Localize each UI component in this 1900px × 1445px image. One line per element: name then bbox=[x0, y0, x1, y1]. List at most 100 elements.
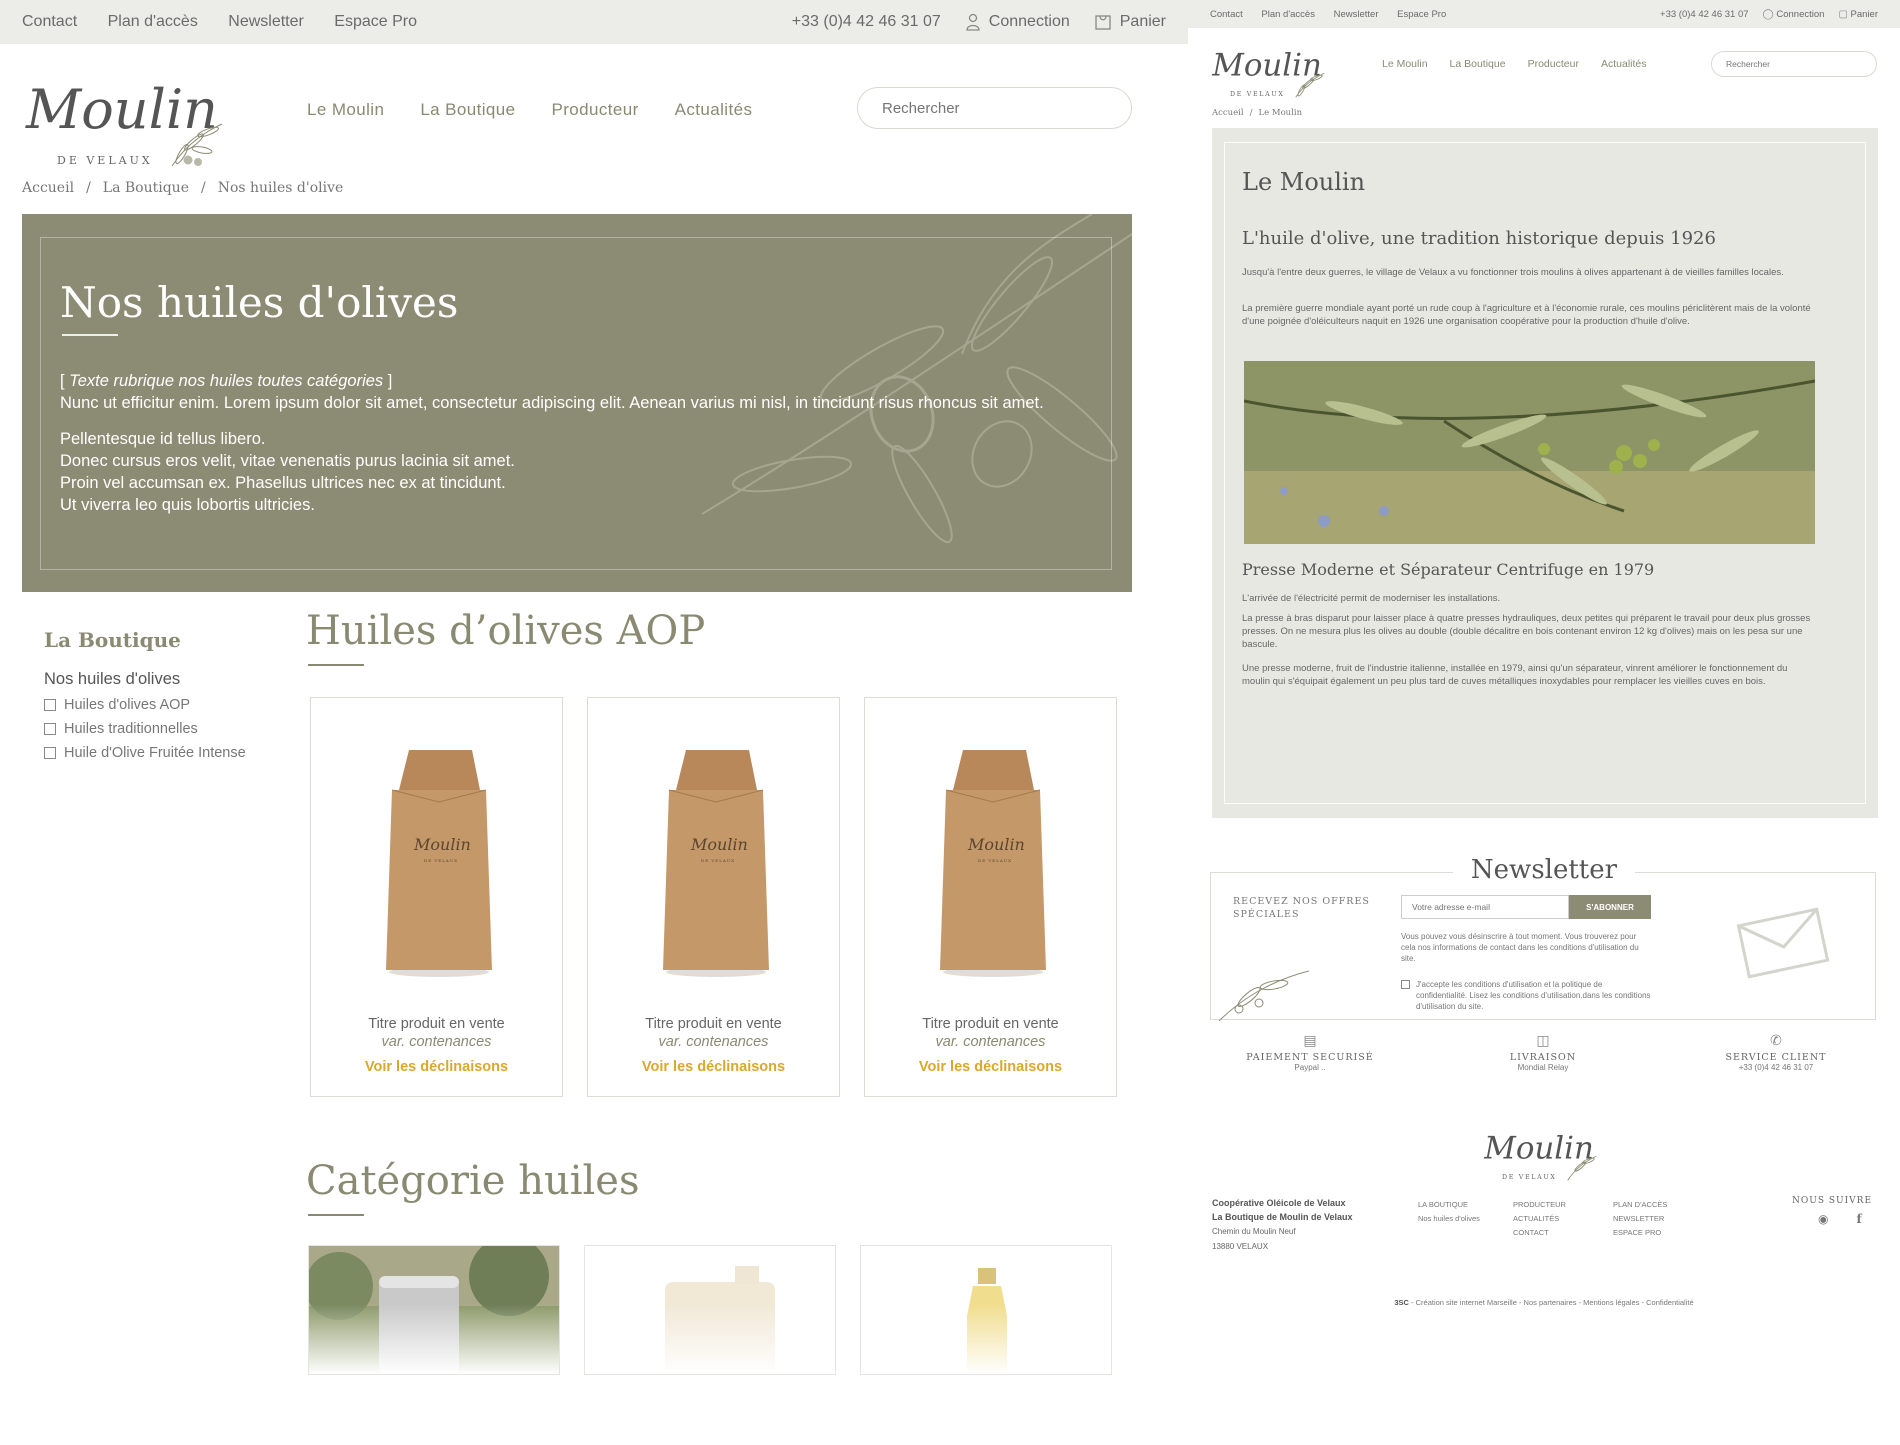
connection-link[interactable]: ◯ Connection bbox=[1763, 9, 1825, 20]
section-title-aop: Huiles d’olives AOP bbox=[306, 608, 706, 654]
category-card-bottle[interactable] bbox=[860, 1245, 1112, 1375]
category-grid bbox=[308, 1245, 1112, 1375]
top-link-plan[interactable]: Plan d'accès bbox=[1261, 9, 1315, 20]
footer-link[interactable]: Nos huiles d'olives bbox=[1418, 1214, 1480, 1223]
top-link-contact[interactable]: Contact bbox=[22, 13, 77, 30]
category-card-jerrycan[interactable] bbox=[584, 1245, 836, 1375]
olive-branch-icon bbox=[1219, 970, 1309, 1021]
newsletter-box: Newsletter RECEVEZ NOS OFFRES SPÉCIALES … bbox=[1210, 855, 1876, 1021]
page-title: Nos huiles d'olives bbox=[60, 278, 459, 327]
product-link[interactable]: Voir les déclinaisons bbox=[588, 1059, 839, 1075]
footer-link[interactable]: NEWSLETTER bbox=[1613, 1214, 1664, 1223]
product-link[interactable]: Voir les déclinaisons bbox=[311, 1059, 562, 1075]
product-title[interactable]: Titre produit en vente bbox=[588, 1016, 839, 1032]
search-input[interactable] bbox=[1711, 51, 1877, 77]
footer-link[interactable]: CONTACT bbox=[1513, 1228, 1549, 1237]
logo[interactable]: Moulin DE VELAUX bbox=[22, 58, 232, 168]
top-link-plan[interactable]: Plan d'accès bbox=[108, 13, 198, 30]
history-panel: Le Moulin L'huile d'olive, une tradition… bbox=[1212, 128, 1878, 818]
connection-label: Connection bbox=[988, 13, 1070, 30]
nav-le-moulin[interactable]: Le Moulin bbox=[307, 100, 384, 120]
facebook-icon[interactable]: f bbox=[1856, 1212, 1861, 1226]
product-card[interactable]: Moulin DE VELAUX Titre produit en vente … bbox=[864, 697, 1117, 1097]
instagram-icon[interactable]: ◉ bbox=[1818, 1212, 1828, 1226]
top-link-espace-pro[interactable]: Espace Pro bbox=[1397, 9, 1446, 20]
email-field[interactable] bbox=[1401, 895, 1569, 919]
nav-actualites[interactable]: Actualités bbox=[675, 100, 753, 120]
consent-checkbox[interactable] bbox=[1401, 980, 1410, 989]
svg-text:DE VELAUX: DE VELAUX bbox=[701, 858, 735, 863]
logo-script: Moulin bbox=[25, 78, 218, 141]
footer-col-info: PLAN D'ACCÈS NEWSLETTER ESPACE PRO bbox=[1613, 1198, 1667, 1240]
breadcrumb: Accueil / La Boutique / Nos huiles d'olive bbox=[22, 180, 344, 196]
phone-number[interactable]: +33 (0)4 42 46 31 07 bbox=[792, 13, 941, 31]
sidebar-subtitle[interactable]: Nos huiles d'olives bbox=[44, 670, 274, 689]
svg-text:Moulin: Moulin bbox=[1483, 1131, 1594, 1167]
user-icon: ◯ bbox=[1762, 8, 1774, 20]
nav-la-boutique[interactable]: La Boutique bbox=[1450, 58, 1506, 70]
svg-text:Moulin: Moulin bbox=[690, 835, 748, 854]
nav-actualites[interactable]: Actualités bbox=[1601, 58, 1647, 70]
newsletter-consent[interactable]: J'accepte les conditions d'utilisation e… bbox=[1401, 979, 1651, 1012]
section-heading: L'huile d'olive, une tradition historiqu… bbox=[1242, 228, 1716, 249]
breadcrumb-home[interactable]: Accueil bbox=[1212, 108, 1244, 118]
svg-text:DE VELAUX: DE VELAUX bbox=[1502, 1174, 1557, 1181]
product-bag-image: Moulin DE VELAUX bbox=[386, 750, 492, 977]
social-links: ◉ f bbox=[1818, 1212, 1862, 1226]
nav-producteur[interactable]: Producteur bbox=[1528, 58, 1579, 70]
connection-link[interactable]: Connection bbox=[965, 13, 1070, 31]
product-variant: var. contenances bbox=[381, 1034, 492, 1050]
logo-graphic: Moulin DE VELAUX bbox=[1211, 48, 1325, 98]
product-card[interactable]: Moulin DE VELAUX Titre produit en vente … bbox=[587, 697, 840, 1097]
user-icon bbox=[966, 13, 980, 31]
subscribe-button[interactable]: S'ABONNER bbox=[1569, 895, 1651, 919]
footer-col-boutique: LA BOUTIQUE Nos huiles d'olives bbox=[1418, 1198, 1480, 1226]
footer-link[interactable]: ACTUALITÉS bbox=[1513, 1214, 1559, 1223]
cart-link[interactable]: ▢ Panier bbox=[1838, 9, 1878, 20]
logo[interactable]: Moulin DE VELAUX bbox=[1210, 32, 1330, 102]
footer-link[interactable]: ESPACE PRO bbox=[1613, 1228, 1661, 1237]
footer-link[interactable]: LA BOUTIQUE bbox=[1418, 1200, 1468, 1209]
paragraph: Jusqu'à l'entre deux guerres, le village… bbox=[1242, 267, 1784, 278]
product-title[interactable]: Titre produit en vente bbox=[311, 1016, 562, 1032]
product-card[interactable]: Moulin DE VELAUX Titre produit en vente … bbox=[310, 697, 563, 1097]
footer-link[interactable]: PLAN D'ACCÈS bbox=[1613, 1200, 1667, 1209]
filter-aop[interactable]: Huiles d'olives AOP bbox=[44, 697, 274, 713]
top-link-newsletter[interactable]: Newsletter bbox=[1334, 9, 1379, 20]
filter-fruitee[interactable]: Huile d'Olive Fruitée Intense bbox=[44, 745, 274, 761]
category-card-tin[interactable] bbox=[308, 1245, 560, 1375]
hero-text: [ Texte rubrique nos huiles toutes catég… bbox=[60, 370, 1070, 530]
product-title[interactable]: Titre produit en vente bbox=[865, 1016, 1116, 1032]
top-link-espace-pro[interactable]: Espace Pro bbox=[334, 13, 417, 30]
nav-le-moulin[interactable]: Le Moulin bbox=[1382, 58, 1428, 70]
hero-para1: Nunc ut efficitur enim. Lorem ipsum dolo… bbox=[60, 394, 1044, 412]
section-heading: Presse Moderne et Séparateur Centrifuge … bbox=[1242, 560, 1655, 579]
checkbox[interactable] bbox=[44, 699, 56, 711]
header: Moulin DE VELAUX Le Moulin La Boutique P… bbox=[0, 44, 1188, 174]
breadcrumb-home[interactable]: Accueil bbox=[22, 180, 74, 196]
cart-link[interactable]: Panier bbox=[1094, 13, 1166, 31]
filter-traditionnelles[interactable]: Huiles traditionnelles bbox=[44, 721, 274, 737]
phone-number[interactable]: +33 (0)4 42 46 31 07 bbox=[1660, 9, 1748, 20]
newsletter-title: Newsletter bbox=[1211, 855, 1877, 885]
top-link-newsletter[interactable]: Newsletter bbox=[228, 13, 304, 30]
checkbox[interactable] bbox=[44, 723, 56, 735]
nav-la-boutique[interactable]: La Boutique bbox=[420, 100, 515, 120]
logo-graphic: Moulin DE VELAUX bbox=[25, 78, 223, 167]
nav-producteur[interactable]: Producteur bbox=[551, 100, 638, 120]
checkbox[interactable] bbox=[44, 747, 56, 759]
section-underline bbox=[308, 1214, 364, 1216]
feature-payment: ▤ PAIEMENT SECURISÉ Paypal .. bbox=[1210, 1032, 1410, 1072]
breadcrumb-boutique[interactable]: La Boutique bbox=[103, 180, 189, 196]
svg-text:Moulin: Moulin bbox=[967, 835, 1025, 854]
product-link[interactable]: Voir les déclinaisons bbox=[865, 1059, 1116, 1075]
search-input[interactable] bbox=[857, 87, 1132, 129]
footer-logo[interactable]: Moulin DE VELAUX bbox=[1482, 1116, 1602, 1184]
copyright: 3SC - Création site internet Marseille -… bbox=[1394, 1298, 1694, 1307]
top-link-contact[interactable]: Contact bbox=[1210, 9, 1243, 20]
service-features: ▤ PAIEMENT SECURISÉ Paypal .. ◫ LIVRAISO… bbox=[1210, 1032, 1876, 1072]
feature-delivery: ◫ LIVRAISON Mondial Relay bbox=[1443, 1032, 1643, 1072]
footer-link[interactable]: PRODUCTEUR bbox=[1513, 1200, 1566, 1209]
phone-icon: ✆ bbox=[1770, 1032, 1782, 1048]
cart-label: Panier bbox=[1119, 13, 1166, 30]
